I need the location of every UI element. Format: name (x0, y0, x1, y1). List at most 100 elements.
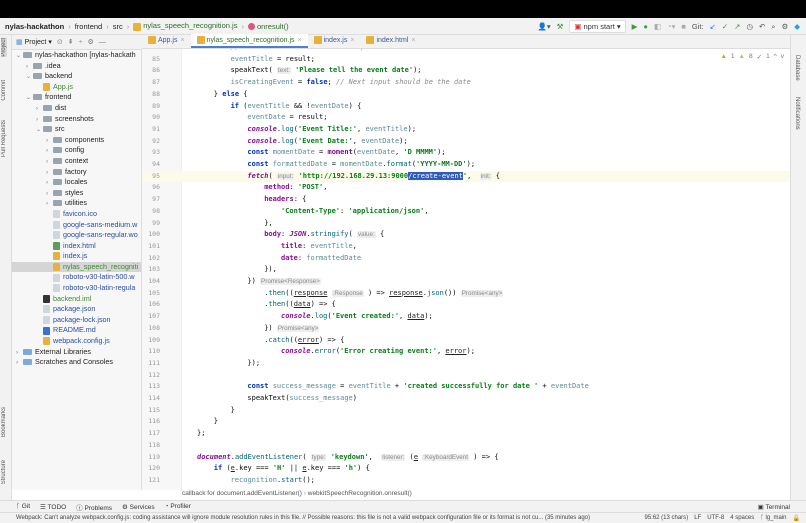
tree-item[interactable]: index.js (12, 251, 141, 262)
code-line[interactable]: 115} (142, 405, 790, 417)
tool-commit[interactable]: Commit (1, 80, 7, 101)
crumb-frontend[interactable]: frontend (75, 22, 103, 31)
expand-icon[interactable]: ÷ (79, 39, 83, 46)
tree-item[interactable]: ›context (12, 156, 141, 167)
code-line[interactable]: 110console.error('Error creating event:'… (142, 346, 790, 358)
code-line[interactable]: 105.then((response :Response ) => respon… (142, 288, 790, 300)
code-line[interactable]: 88} else { (142, 89, 790, 101)
code-line[interactable]: 111}); (142, 358, 790, 370)
prev-highlight-icon[interactable]: ^ (774, 53, 777, 61)
code-line[interactable]: 101title: eventTitle, (142, 241, 790, 253)
tool-profiler[interactable]: ◔ Profiler (165, 503, 191, 510)
tool-bookmarks[interactable]: Bookmarks (1, 407, 7, 437)
tree-item[interactable]: ›screenshots (12, 114, 141, 125)
tool-services[interactable]: ⚙ Services (122, 503, 155, 511)
git-update-icon[interactable]: ↙ (710, 22, 716, 31)
code-line[interactable]: 104}) Promise<Response> (142, 276, 790, 288)
close-tab-icon[interactable]: × (350, 37, 354, 44)
code-line[interactable]: 118 (142, 440, 790, 452)
tree-item[interactable]: ›components (12, 135, 141, 146)
code-line[interactable]: 85eventTitle = result; (142, 54, 790, 66)
tool-pull-requests[interactable]: Pull Requests (1, 120, 7, 157)
settings-gear-icon[interactable]: ⚙ (781, 22, 788, 31)
tool-problems[interactable]: ⓘ Problems (76, 502, 112, 512)
code-line[interactable]: 113const success_message = eventTitle + … (142, 381, 790, 393)
code-line[interactable]: 119document.addEventListener( type: 'key… (142, 452, 790, 464)
tool-project[interactable]: Project (1, 38, 7, 57)
file-encoding[interactable]: UTF-8 (707, 515, 724, 522)
panel-settings-icon[interactable]: ⚙ (87, 38, 93, 46)
code-line[interactable]: 89if (eventTitle && !eventDate) { (142, 101, 790, 113)
tree-item[interactable]: ›styles (12, 188, 141, 199)
project-view-dropdown[interactable]: ▦ Project ▾ (16, 38, 52, 46)
tree-item[interactable]: ›.idea (12, 61, 141, 72)
hide-panel-icon[interactable]: — (99, 39, 106, 46)
tree-item[interactable]: package-lock.json (12, 315, 141, 326)
caret-position[interactable]: 95:62 (13 chars) (644, 515, 688, 522)
run-config-dropdown[interactable]: ▣ npm start ▾ (569, 20, 625, 33)
tree-item[interactable]: webpack.config.js (12, 336, 141, 347)
tree-item[interactable]: google-sans-medium.w (12, 220, 141, 231)
next-highlight-icon[interactable]: v (781, 53, 784, 61)
rollback-icon[interactable]: ↶ (759, 22, 765, 31)
git-commit-icon[interactable]: ✓ (722, 22, 728, 31)
debug-icon[interactable]: ● (643, 22, 648, 31)
code-line[interactable]: 94const formattedDate = momentDate.forma… (142, 159, 790, 171)
tool-todo[interactable]: ☰ TODO (40, 503, 66, 511)
close-tab-icon[interactable]: × (180, 37, 184, 44)
tool-git[interactable]: ᚴ Git (16, 503, 30, 510)
editor-crumb-onresult[interactable]: webkitSpeechRecognition.onresult() (308, 490, 412, 497)
tree-item[interactable]: package.json (12, 304, 141, 315)
code-line[interactable]: 103}), (142, 264, 790, 276)
tree-item[interactable]: ›config (12, 145, 141, 156)
tab-file[interactable]: App.js× (142, 34, 191, 48)
code-line[interactable]: 95fetch( input: 'http://192.168.29.13:90… (142, 171, 790, 183)
tree-item[interactable]: index.html (12, 241, 141, 252)
tree-item[interactable]: ⌄nylas-hackathon [nylas-hackath (12, 50, 141, 61)
code-line[interactable]: 97headers: { (142, 194, 790, 206)
code-line[interactable]: 92console.log('Event Date:', eventDate); (142, 136, 790, 148)
crumb-symbol[interactable]: onresult() (248, 22, 289, 31)
code-line[interactable]: 99}, (142, 218, 790, 230)
tree-item[interactable]: ›utilities (12, 198, 141, 209)
stop-icon[interactable]: ■ (681, 22, 686, 31)
coverage-icon[interactable]: ◧ (654, 22, 661, 31)
tree-item[interactable]: ⌄src (12, 124, 141, 135)
close-tab-icon[interactable]: × (411, 37, 415, 44)
tree-item[interactable]: backend.iml (12, 294, 141, 305)
search-icon[interactable]: ⌕ (771, 22, 775, 32)
code-line[interactable]: 108}) Promise<any> (142, 323, 790, 335)
code-line[interactable]: 90eventDate = result; (142, 112, 790, 124)
code-line[interactable]: 100body: JSON.stringify( value: { (142, 229, 790, 241)
tree-item[interactable]: ⌄backend (12, 71, 141, 82)
indent-setting[interactable]: 4 spaces (730, 515, 754, 522)
git-push-icon[interactable]: ↗ (734, 22, 740, 31)
chevron-right-icon[interactable]: › (16, 358, 23, 369)
code-line[interactable]: 91console.log('Event Title:', eventTitle… (142, 124, 790, 136)
code-line[interactable]: 109.catch((error) => { (142, 335, 790, 347)
status-message[interactable]: Webpack: Can't analyze webpack.config.js… (16, 515, 590, 521)
code-line[interactable]: 106.then((data) => { (142, 299, 790, 311)
crumb-src[interactable]: src (113, 22, 123, 31)
tool-structure[interactable]: Structure (1, 460, 7, 484)
locate-icon[interactable]: ⊙ (57, 38, 63, 46)
tab-file[interactable]: index.js× (308, 34, 361, 48)
tree-item[interactable]: ›dist (12, 103, 141, 114)
tree-item[interactable]: ›locales (12, 177, 141, 188)
code-line[interactable]: 102date: formattedDate (142, 253, 790, 265)
profile-icon[interactable]: ◔▾ (667, 22, 675, 31)
code-line[interactable]: 116} (142, 416, 790, 428)
code-line[interactable]: 121recognition.start(); (142, 475, 790, 487)
tab-file[interactable]: index.html× (360, 34, 421, 48)
tree-item[interactable]: roboto-v30-latin-500.w (12, 272, 141, 283)
git-branch[interactable]: ᚴ lg_main (760, 515, 786, 522)
tree-item[interactable]: nylas_speech_recogniti (12, 262, 141, 273)
code-line[interactable]: 93const momentDate = moment(eventDate, '… (142, 147, 790, 159)
line-separator[interactable]: LF (694, 515, 701, 522)
inspection-widget[interactable]: ▲1 ▲8 ✓1 ^v (720, 53, 784, 61)
tab-file[interactable]: nylas_speech_recognition.js× (191, 34, 308, 48)
tree-item[interactable]: roboto-v30-latin-regula (12, 283, 141, 294)
tool-database[interactable]: Database (794, 55, 800, 81)
code-line[interactable]: 96method: 'POST', (142, 182, 790, 194)
code-line[interactable]: 112 (142, 370, 790, 382)
